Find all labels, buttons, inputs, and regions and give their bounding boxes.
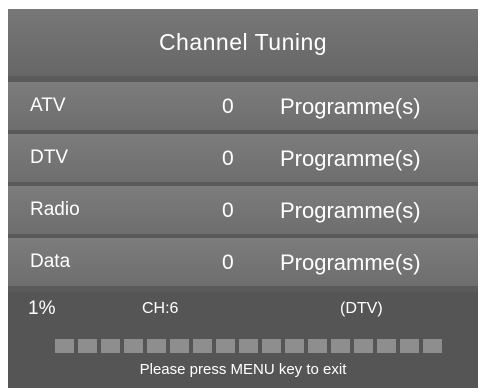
list-item-data: Data 0 Programme(s) <box>8 238 478 286</box>
progress-segment <box>239 339 258 353</box>
tuning-mode: (DTV) <box>340 300 383 317</box>
progress-segment <box>55 339 74 353</box>
progress-segment <box>377 339 396 353</box>
list-item-dtv: DTV 0 Programme(s) <box>8 134 478 182</box>
tuning-status-area: 1% CH:6 (DTV) Please press MENU key to e… <box>8 292 478 388</box>
progress-segment <box>423 339 442 353</box>
row-unit: Programme(s) <box>280 250 421 275</box>
row-count: 0 <box>222 199 234 222</box>
row-unit: Programme(s) <box>280 146 421 171</box>
row-unit: Programme(s) <box>280 198 421 223</box>
row-count: 0 <box>222 147 234 170</box>
progress-segment <box>124 339 143 353</box>
progress-segment <box>216 339 235 353</box>
progress-segment <box>331 339 350 353</box>
current-channel: CH:6 <box>142 300 179 317</box>
progress-segment <box>101 339 120 353</box>
progress-segment <box>193 339 212 353</box>
row-label: Data <box>30 251 71 272</box>
row-label: DTV <box>30 147 68 168</box>
progress-segment <box>400 339 419 353</box>
list-item-radio: Radio 0 Programme(s) <box>8 186 478 234</box>
title-bar: Channel Tuning <box>8 9 478 76</box>
progress-segment <box>354 339 373 353</box>
progress-segment <box>308 339 327 353</box>
exit-hint: Please press MENU key to exit <box>139 361 347 378</box>
progress-segment <box>262 339 281 353</box>
row-label: ATV <box>30 95 66 116</box>
progress-percent: 1% <box>28 298 56 319</box>
progress-segment <box>147 339 166 353</box>
progress-segment <box>170 339 189 353</box>
row-unit: Programme(s) <box>280 94 421 119</box>
row-count: 0 <box>222 251 234 274</box>
row-label: Radio <box>30 199 80 220</box>
dialog-title: Channel Tuning <box>158 29 328 55</box>
row-count: 0 <box>222 95 234 118</box>
list-item-atv: ATV 0 Programme(s) <box>8 82 478 130</box>
progress-bar <box>55 339 442 353</box>
progress-segment <box>78 339 97 353</box>
channel-tuning-dialog: Channel Tuning ATV 0 Programme(s) DTV 0 … <box>8 9 478 388</box>
progress-segment <box>285 339 304 353</box>
programme-count-list: ATV 0 Programme(s) DTV 0 Programme(s) Ra… <box>8 82 478 290</box>
